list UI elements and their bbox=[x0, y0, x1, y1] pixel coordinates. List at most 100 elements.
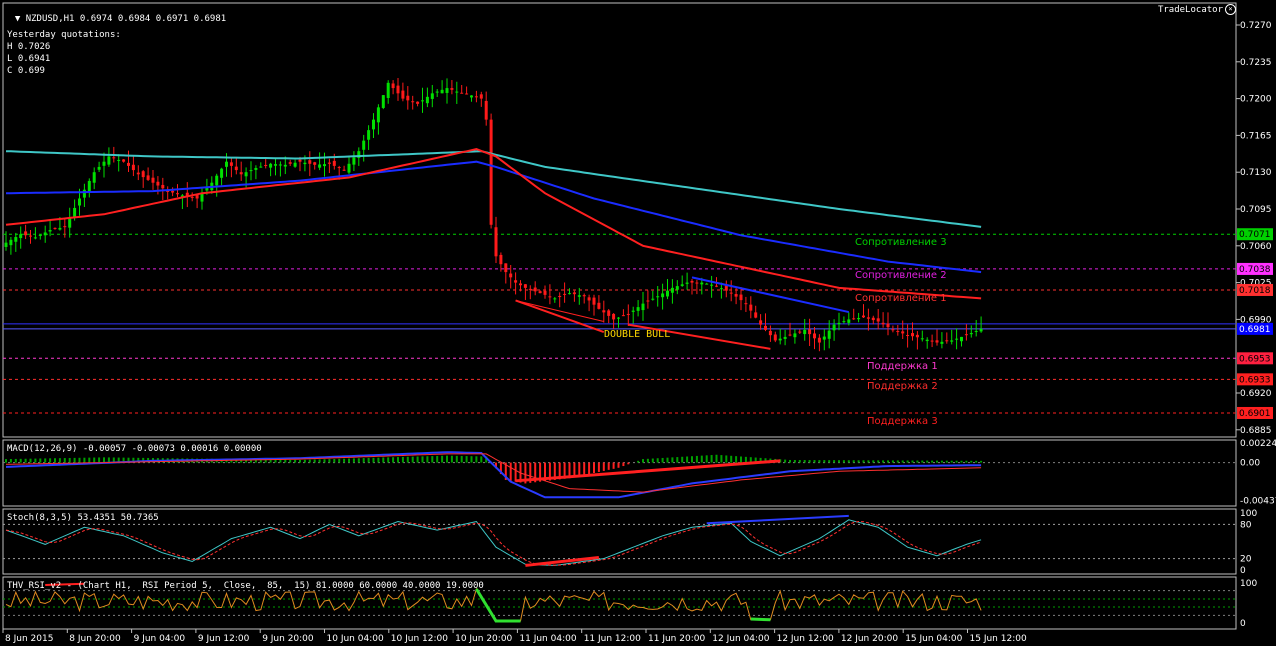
candle-body bbox=[528, 288, 532, 290]
price-tick-label: 0.7200 bbox=[1240, 95, 1272, 105]
time-tick-label: 12 Jun 04:00 bbox=[712, 634, 769, 644]
candle-body bbox=[739, 294, 743, 301]
candle-body bbox=[33, 237, 37, 239]
candle-body bbox=[960, 336, 963, 342]
candle-body bbox=[881, 322, 885, 325]
candle-body bbox=[122, 159, 126, 162]
candle-body bbox=[254, 167, 258, 170]
candle-body bbox=[141, 171, 145, 178]
candle-body bbox=[519, 283, 522, 286]
time-tick-label: 15 Jun 04:00 bbox=[905, 634, 962, 644]
candle-body bbox=[612, 313, 616, 320]
support-2-label: Поддержка 2 bbox=[867, 381, 938, 392]
stoch-tick-label: 100 bbox=[1240, 509, 1257, 519]
candle-body bbox=[778, 338, 782, 341]
candle-body bbox=[479, 94, 483, 99]
candle-body bbox=[788, 334, 792, 336]
time-tick-label: 9 Jun 12:00 bbox=[198, 634, 250, 644]
candle-body bbox=[48, 230, 52, 232]
candle-body bbox=[803, 329, 807, 335]
candle-body bbox=[670, 287, 674, 293]
candle-body bbox=[421, 100, 424, 102]
price-tick-label: 0.6885 bbox=[1240, 426, 1272, 436]
candle-body bbox=[499, 254, 503, 265]
candle-body bbox=[891, 329, 895, 331]
candle-body bbox=[19, 234, 23, 239]
time-tick-label: 9 Jun 20:00 bbox=[262, 634, 314, 644]
candle-body bbox=[244, 172, 248, 177]
candle-body bbox=[176, 193, 179, 195]
candle-body bbox=[259, 166, 263, 168]
candle-body bbox=[920, 338, 924, 340]
candle-body bbox=[798, 331, 802, 333]
candle-body bbox=[450, 88, 454, 90]
candle-body bbox=[685, 282, 689, 284]
candle-body bbox=[715, 285, 718, 287]
level-badge-text-r1: 0.7018 bbox=[1239, 286, 1271, 296]
candle-body bbox=[411, 101, 415, 103]
candle-body bbox=[813, 333, 816, 339]
chart-header[interactable]: ▼ NZDUSD,H1 0.6974 0.6984 0.6971 0.6981 bbox=[4, 4, 226, 24]
quote-label: 0.6974 0.6984 0.6971 0.6981 bbox=[79, 14, 227, 24]
stoch-divergence-blue bbox=[706, 514, 849, 525]
chart-canvas: 0.7270 0.7235 0.7200 0.7165 0.7130 0.7095 0.70… bbox=[2, 2, 1276, 644]
time-tick-label: 10 Jun 12:00 bbox=[391, 634, 448, 644]
candle-body bbox=[474, 96, 478, 98]
candle-body bbox=[621, 315, 625, 317]
rsi-tick-label: 100 bbox=[1240, 579, 1257, 589]
candle-body bbox=[837, 322, 841, 325]
candle-body bbox=[367, 130, 371, 140]
candle-body bbox=[847, 319, 851, 323]
candle-body bbox=[313, 162, 317, 165]
candle-body bbox=[131, 164, 135, 171]
candle-body bbox=[925, 339, 929, 342]
candle-body bbox=[558, 295, 562, 297]
current-price-text: 0.6981 bbox=[1239, 325, 1271, 335]
candle-body bbox=[607, 310, 611, 316]
macd-label: MACD(12,26,9) -0.00057 -0.00073 0.00016 … bbox=[7, 444, 262, 454]
candle-body bbox=[73, 207, 77, 217]
candle-body bbox=[710, 284, 714, 286]
macd-tick-label: 0.00 bbox=[1240, 459, 1260, 469]
candle-body bbox=[372, 119, 375, 130]
candle-body bbox=[523, 284, 527, 288]
tradelocator-label[interactable]: TradeLocator × bbox=[1158, 4, 1236, 15]
price-tick-label: 0.7060 bbox=[1240, 242, 1272, 252]
candle-body bbox=[945, 340, 949, 342]
candle-body bbox=[416, 101, 420, 104]
candle-body bbox=[494, 227, 498, 257]
candle-body bbox=[283, 164, 287, 167]
candle-body bbox=[298, 159, 302, 162]
candle-body bbox=[744, 303, 748, 305]
price-tick-label: 0.7165 bbox=[1240, 131, 1272, 141]
price-tick-label: 0.6920 bbox=[1240, 389, 1272, 399]
close-circle-icon[interactable]: × bbox=[1225, 4, 1236, 15]
candle-body bbox=[935, 340, 939, 343]
candle-body bbox=[680, 284, 684, 286]
candle-body bbox=[783, 336, 787, 339]
candle-body bbox=[92, 172, 96, 183]
candle-body bbox=[509, 273, 513, 278]
candle-body bbox=[636, 307, 640, 311]
candle-body bbox=[563, 293, 567, 295]
candle-body bbox=[470, 95, 473, 98]
candle-body bbox=[278, 164, 282, 166]
candle-body bbox=[127, 162, 130, 166]
candle-body bbox=[460, 92, 464, 94]
header-menu-icon[interactable]: ▼ bbox=[15, 14, 26, 24]
candle-body bbox=[396, 85, 400, 94]
candle-body bbox=[107, 156, 111, 165]
candle-body bbox=[587, 297, 591, 301]
candle-body bbox=[602, 310, 606, 313]
candle-body bbox=[445, 88, 449, 93]
level-badge-text-s2: 0.6933 bbox=[1239, 375, 1271, 385]
candle-body bbox=[156, 181, 160, 186]
resistance-3-label: Сопротивление 3 bbox=[855, 237, 947, 248]
candle-body bbox=[24, 231, 28, 236]
candle-body bbox=[974, 330, 978, 332]
candle-body bbox=[675, 286, 679, 290]
candle-body bbox=[53, 227, 57, 229]
candle-body bbox=[229, 162, 233, 166]
candle-body bbox=[29, 235, 32, 237]
candle-body bbox=[773, 334, 777, 341]
